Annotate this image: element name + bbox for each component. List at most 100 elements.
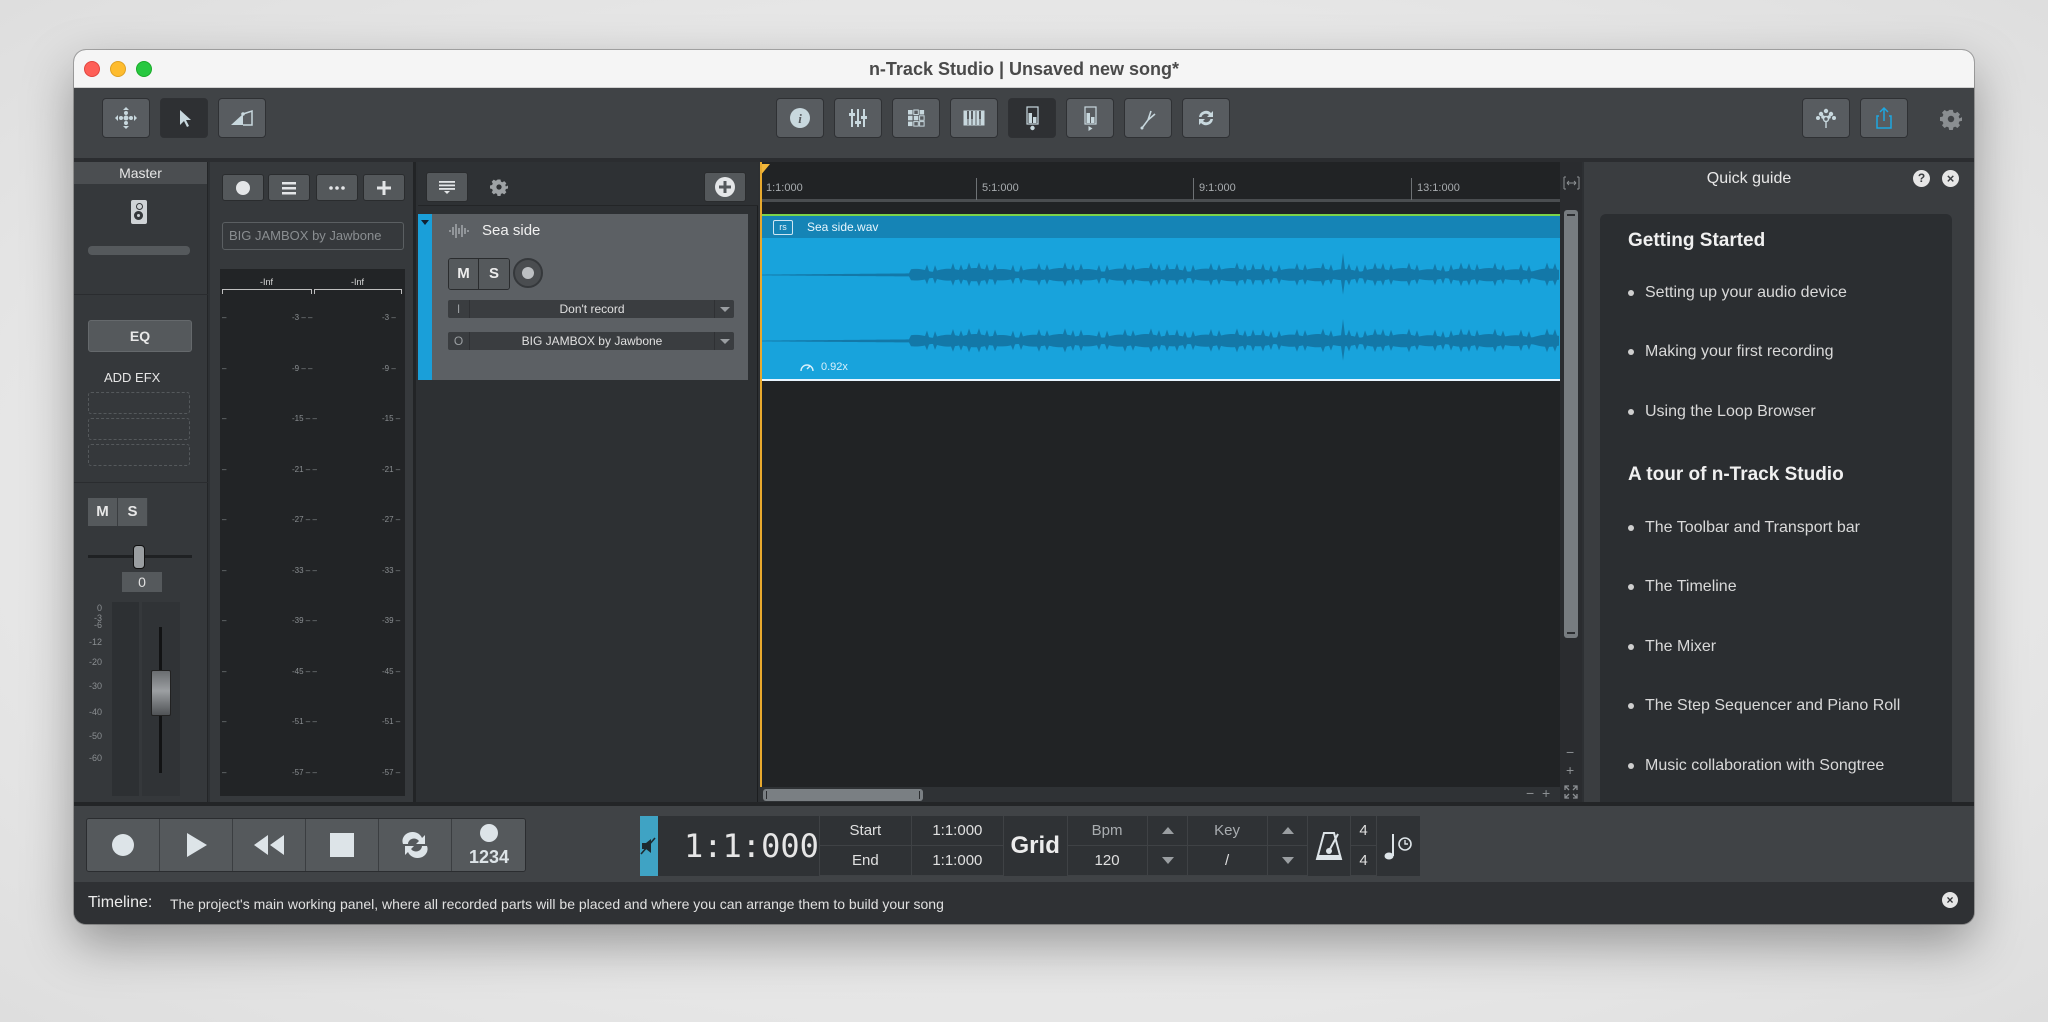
piano-roll-button[interactable]	[950, 98, 998, 138]
close-icon[interactable]: ×	[1942, 892, 1958, 908]
stop-button[interactable]	[306, 819, 379, 871]
clip-resample-badge[interactable]: rs	[773, 220, 793, 235]
master-output-bar[interactable]	[88, 246, 190, 255]
vertical-scrollbar-thumb[interactable]	[1564, 210, 1578, 638]
horizontal-scrollbar-thumb[interactable]	[763, 789, 923, 801]
bpm-value[interactable]: 120	[1067, 846, 1148, 876]
output-value: BIG JAMBOX by Jawbone	[521, 334, 663, 348]
track-settings-gear-icon[interactable]	[490, 178, 508, 196]
info-button[interactable]: i	[776, 98, 824, 138]
note-timing-button[interactable]	[1377, 816, 1420, 876]
timeline[interactable]: 1:1:000 5:1:000 9:1:000 13:1:000 rs Sea …	[760, 162, 1560, 802]
step-sequencer-button[interactable]	[892, 98, 940, 138]
record-arm-all-button[interactable]	[222, 174, 264, 201]
time-signature-numerator[interactable]: 4	[1351, 816, 1377, 846]
guide-link[interactable]: The Timeline	[1628, 578, 1737, 596]
metronome-mute-toggle[interactable]	[640, 816, 658, 876]
add-input-button[interactable]	[363, 174, 405, 201]
speaker-icon[interactable]	[131, 200, 147, 224]
meter-right-bracket	[314, 289, 402, 294]
bpm-label: Bpm	[1067, 816, 1148, 846]
eq-button[interactable]: EQ	[88, 320, 192, 352]
guide-link[interactable]: The Mixer	[1628, 638, 1716, 656]
record-button[interactable]	[87, 819, 160, 871]
playhead-line[interactable]	[760, 162, 762, 787]
chevron-down-icon[interactable]	[714, 300, 734, 318]
close-icon[interactable]: ×	[1942, 170, 1959, 187]
bpm-up-button[interactable]	[1147, 816, 1188, 846]
chevron-down-icon[interactable]	[714, 332, 734, 350]
add-track-button[interactable]	[704, 172, 746, 202]
clip-speed[interactable]: 0.92x	[799, 360, 848, 374]
help-icon[interactable]: ?	[1913, 170, 1930, 187]
master-mute-button[interactable]: M	[88, 498, 118, 526]
track-header[interactable]: Sea side M S I Don't record O BIG JAMBOX…	[418, 214, 748, 380]
clip-header[interactable]: rs Sea side.wav	[761, 216, 1560, 238]
db-scale-label: -40	[88, 707, 102, 717]
zoom-in-horizontal-button[interactable]: +	[1542, 785, 1550, 801]
metronome-button[interactable]	[1308, 816, 1352, 876]
track-color-stripe[interactable]	[418, 214, 432, 380]
guide-link[interactable]: The Toolbar and Transport bar	[1628, 519, 1860, 537]
bpm-down-button[interactable]	[1147, 846, 1188, 876]
meter-tick-mark: –	[222, 363, 227, 373]
envelope-tool-button[interactable]	[218, 98, 266, 138]
playback-meters-button[interactable]	[1066, 98, 1114, 138]
guide-link[interactable]: Using the Loop Browser	[1628, 403, 1816, 421]
key-value[interactable]: /	[1187, 846, 1268, 876]
list-view-button[interactable]	[268, 174, 310, 201]
horizontal-scrollbar[interactable]	[760, 787, 1560, 802]
fit-all-icon[interactable]	[1563, 784, 1579, 800]
track-view-button[interactable]	[426, 172, 468, 202]
settings-gear-icon[interactable]	[1940, 108, 1962, 130]
status-bar: Timeline: The project's main working pan…	[74, 882, 1974, 924]
timeline-ruler[interactable]: 1:1:000 5:1:000 9:1:000 13:1:000	[760, 162, 1560, 202]
time-display[interactable]: 1:1:000	[658, 816, 820, 876]
songtree-button[interactable]	[1802, 98, 1850, 138]
more-options-button[interactable]	[316, 174, 358, 201]
guide-link[interactable]: The Step Sequencer and Piano Roll	[1628, 697, 1900, 715]
zoom-out-horizontal-button[interactable]: −	[1526, 785, 1534, 801]
track-mute-button[interactable]: M	[449, 259, 479, 289]
songtree-icon	[1816, 108, 1836, 128]
share-button[interactable]	[1860, 98, 1908, 138]
sync-button[interactable]	[1182, 98, 1230, 138]
time-signature[interactable]: 4 4	[1351, 816, 1377, 876]
guide-link[interactable]: Music collaboration with Songtree	[1628, 757, 1884, 775]
efx-slot[interactable]	[88, 392, 190, 414]
guide-link[interactable]: Making your first recording	[1628, 343, 1834, 361]
master-solo-button[interactable]: S	[118, 498, 148, 526]
track-name[interactable]: Sea side	[482, 222, 540, 239]
loop-button[interactable]	[379, 819, 452, 871]
start-value[interactable]: 1:1:000	[911, 816, 1004, 846]
mixer-button[interactable]	[834, 98, 882, 138]
track-input-dropdown[interactable]: I Don't record	[448, 300, 734, 318]
pointer-tool-button[interactable]	[160, 98, 208, 138]
tuner-button[interactable]	[1124, 98, 1172, 138]
input-device-field[interactable]: BIG JAMBOX by Jawbone	[222, 222, 404, 250]
volume-fader-handle[interactable]	[151, 670, 171, 716]
rewind-button[interactable]	[233, 819, 306, 871]
key-up-button[interactable]	[1267, 816, 1308, 846]
guide-link[interactable]: Setting up your audio device	[1628, 284, 1847, 302]
track-solo-button[interactable]: S	[479, 259, 509, 289]
key-down-button[interactable]	[1267, 846, 1308, 876]
audio-clip[interactable]: rs Sea side.wav 0.92x	[761, 216, 1560, 381]
efx-slot[interactable]	[88, 444, 190, 466]
time-signature-denominator[interactable]: 4	[1351, 846, 1377, 876]
track-output-dropdown[interactable]: O BIG JAMBOX by Jawbone	[448, 332, 734, 350]
play-button[interactable]	[160, 819, 233, 871]
record-meters-button[interactable]	[1008, 98, 1056, 138]
end-value[interactable]: 1:1:000	[911, 846, 1004, 876]
count-in-button[interactable]: 1234	[452, 819, 525, 871]
track-record-arm-button[interactable]	[513, 258, 543, 288]
efx-slot[interactable]	[88, 418, 190, 440]
move-tool-button[interactable]	[102, 98, 150, 138]
grid-button[interactable]: Grid	[1004, 816, 1068, 876]
db-scale-label: -20	[88, 657, 102, 667]
fit-width-icon[interactable]	[1563, 176, 1580, 190]
zoom-in-vertical-button[interactable]: +	[1566, 762, 1574, 778]
pan-slider-handle[interactable]	[133, 545, 145, 569]
meter-left-bracket	[222, 289, 312, 294]
zoom-out-vertical-button[interactable]: −	[1566, 744, 1574, 760]
